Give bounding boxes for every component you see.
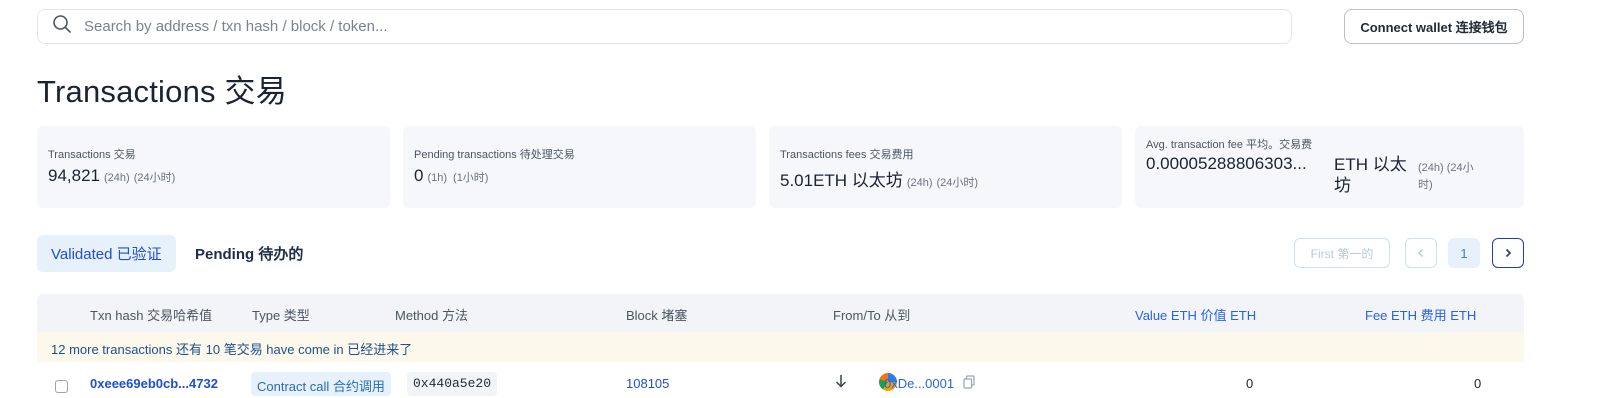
method-badge: 0x440a5e20 (407, 372, 498, 396)
header-value[interactable]: Value ETH 价值 ETH (1135, 305, 1256, 324)
value-cell: 0 (1246, 376, 1254, 391)
search-icon (52, 14, 72, 39)
table-header: Txn hash 交易哈希值 Type 类型 Method 方法 Block 堵… (37, 294, 1524, 332)
block-link[interactable]: 108105 (626, 376, 669, 391)
stat-label: Transactions fees 交易费用 (780, 149, 914, 161)
stat-period: (1h) (427, 172, 448, 184)
tab-validated[interactable]: Validated 已验证 (37, 235, 176, 272)
stat-unit: ETH 以太坊 (1334, 155, 1407, 195)
stat-period: (24h) (906, 177, 933, 189)
header-fee[interactable]: Fee ETH 费用 ETH (1365, 305, 1476, 324)
stat-label: Avg. transaction fee 平均。交易费 (1146, 139, 1313, 151)
chevron-left-icon (1418, 249, 1423, 257)
stat-label: Transactions 交易 (48, 149, 136, 161)
header-block: Block 堵塞 (626, 308, 688, 323)
stat-label: Pending transactions 待处理交易 (414, 149, 575, 161)
pagination-current-page[interactable]: 1 (1448, 238, 1480, 268)
stat-value: 94,821 (48, 166, 100, 185)
tab-pending[interactable]: Pending 待办的 (181, 235, 317, 272)
to-address-link[interactable]: 0xDe...0001 (884, 376, 954, 391)
copy-icon[interactable] (963, 375, 975, 392)
fee-cell: 0 (1474, 376, 1482, 391)
pagination-first-button[interactable]: First 第一的 (1294, 238, 1390, 268)
stat-period-cn: (1小时) (453, 172, 489, 184)
stat-card-avg-fee: Avg. transaction fee 平均。交易费 0.0000528880… (1135, 126, 1524, 208)
header-txn-hash: Txn hash 交易哈希值 (90, 308, 213, 323)
txn-hash-link[interactable]: 0xeee69eb0cb...4732 (90, 376, 218, 391)
stat-card-fees: Transactions fees 交易费用 5.01ETH 以太坊 (24h)… (769, 126, 1122, 208)
stat-value: 0 (414, 166, 424, 185)
connect-wallet-button[interactable]: Connect wallet 连接钱包 (1344, 9, 1524, 44)
row-checkbox-icon[interactable] (55, 380, 68, 393)
new-transactions-notice[interactable]: 12 more transactions 还有 10 笔交易 have come… (37, 332, 1524, 362)
header-from-to: From/To 从到 (833, 308, 911, 323)
page-title: Transactions 交易 (37, 74, 287, 109)
stat-value: 5.01ETH 以太坊 (780, 171, 903, 190)
stat-card-pending: Pending transactions 待处理交易 0 (1h) (1小时) (403, 126, 756, 208)
stat-period: (24h) (104, 172, 130, 184)
stat-period-cn: (24小时) (133, 172, 176, 184)
stat-period: (24h) (24小时) (1418, 162, 1474, 191)
header-type: Type 类型 (252, 308, 310, 323)
pagination-prev-button[interactable] (1405, 238, 1437, 268)
search-bar[interactable] (37, 9, 1292, 44)
search-input[interactable] (84, 18, 1234, 35)
header-method: Method 方法 (395, 308, 468, 323)
chevron-right-icon (1505, 248, 1512, 258)
stat-card-transactions: Transactions 交易 94,821 (24h) (24小时) (37, 126, 390, 208)
table-row: 0xeee69eb0cb...4732 Contract call 合约调用 0… (37, 372, 1524, 398)
arrow-down-icon (835, 374, 847, 391)
pagination-next-button[interactable] (1492, 238, 1524, 268)
stat-period-cn: (24小时) (936, 177, 979, 189)
stat-value: 0.00005288806303... (1146, 154, 1307, 173)
type-badge: Contract call 合约调用 (251, 372, 391, 396)
